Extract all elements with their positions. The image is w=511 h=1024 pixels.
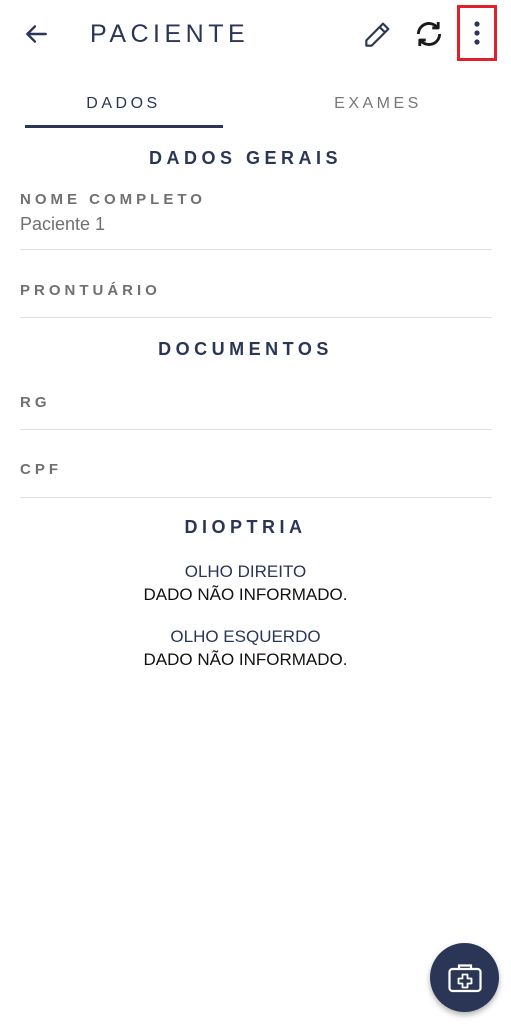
edit-button[interactable] <box>356 14 398 56</box>
field-cpf: CPF <box>20 430 492 498</box>
olho-esquerdo-label: OLHO ESQUERDO <box>170 627 321 646</box>
add-exam-fab[interactable] <box>430 943 499 1012</box>
olho-direito-value: DADO NÃO INFORMADO. <box>143 585 348 604</box>
page-title: PACIENTE <box>90 20 250 48</box>
medical-kit-icon <box>447 963 482 992</box>
field-prontuario: PRONTUÁRIO <box>20 250 492 318</box>
tab-bar: DADOS EXAMES <box>0 80 511 130</box>
arrow-back-icon <box>26 25 47 43</box>
olho-direito-label: OLHO DIREITO <box>184 562 307 581</box>
tab-dados[interactable]: DADOS <box>24 80 223 128</box>
back-button[interactable] <box>16 14 56 54</box>
more-options-button[interactable] <box>457 5 497 61</box>
patient-screen: PACIENTE DADOS EXAMES DADOS GERAIS NOME … <box>0 0 511 1024</box>
pencil-icon <box>365 22 390 47</box>
more-vertical-icon <box>474 21 480 45</box>
app-bar: PACIENTE <box>0 0 511 68</box>
section-title-dados-gerais: DADOS GERAIS <box>148 148 343 168</box>
olho-esquerdo-value: DADO NÃO INFORMADO. <box>143 650 348 669</box>
field-label: CPF <box>20 461 62 478</box>
field-label: NOME COMPLETO <box>20 191 206 208</box>
tab-indicator <box>25 125 223 128</box>
field-label: PRONTUÁRIO <box>20 282 161 299</box>
section-title-dioptria: DIOPTRIA <box>184 517 307 537</box>
tab-exames[interactable]: EXAMES <box>270 80 486 128</box>
sync-button[interactable] <box>408 13 450 55</box>
section-title-documentos: DOCUMENTOS <box>158 339 333 359</box>
field-rg: RG <box>20 375 492 430</box>
field-value: Paciente 1 <box>20 214 106 234</box>
field-label: RG <box>20 394 51 411</box>
field-nome-completo: NOME COMPLETO Paciente 1 <box>20 186 492 250</box>
sync-icon <box>416 21 442 47</box>
